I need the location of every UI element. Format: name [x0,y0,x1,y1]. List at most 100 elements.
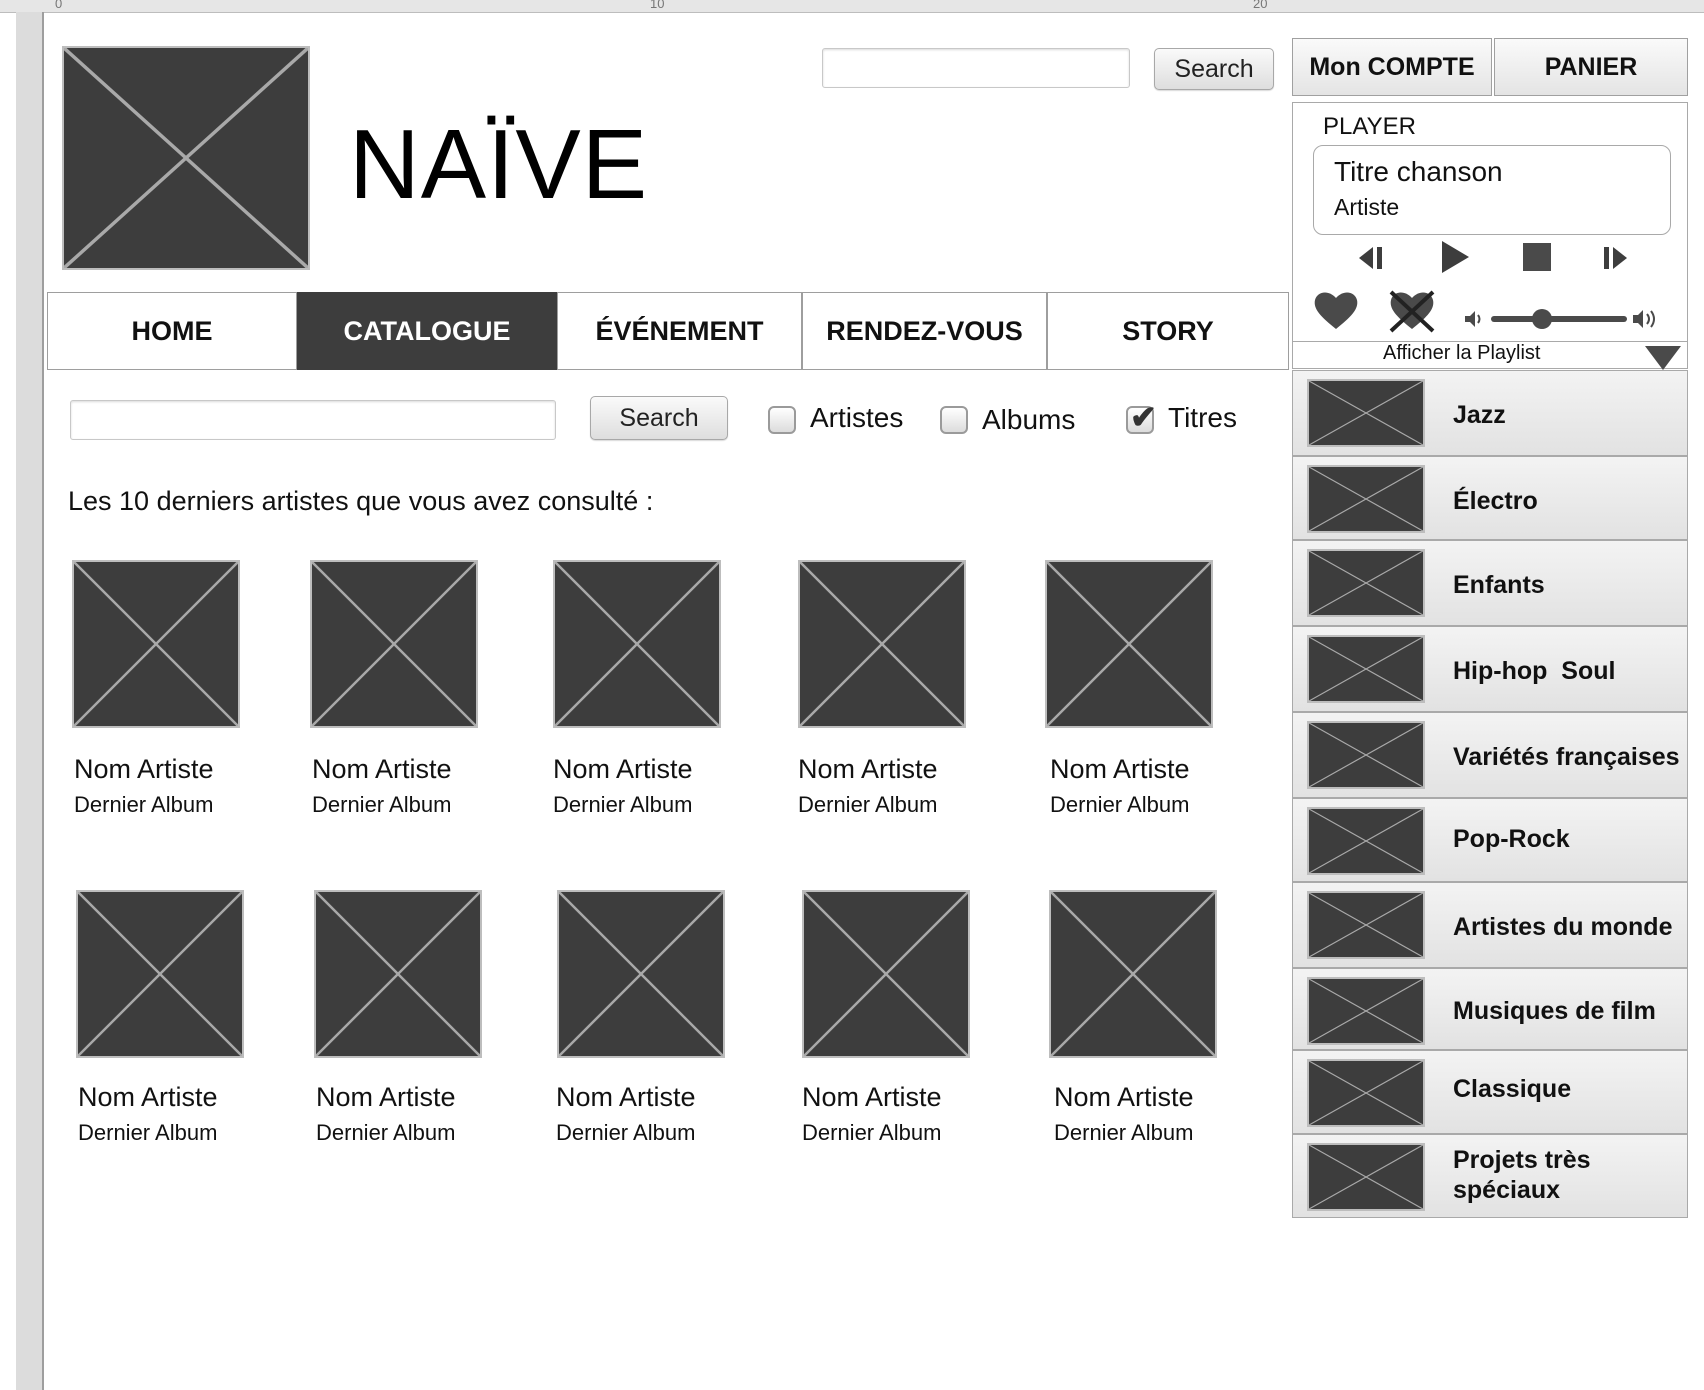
genre-label: Musiques de film [1453,997,1656,1025]
artist-name[interactable]: Nom Artiste [1050,754,1190,785]
show-playlist-label: Afficher la Playlist [1383,342,1541,364]
genre-item-electro[interactable]: Électro [1292,456,1688,540]
tab-story[interactable]: STORY [1047,292,1289,370]
titles-filter-checkbox[interactable]: ✔ [1126,399,1157,435]
genre-item-musiques-de-film[interactable]: Musiques de film [1292,968,1688,1050]
artist-image-placeholder[interactable] [1045,560,1213,728]
checkmark-icon: ✔ [1130,399,1157,435]
recent-artists-heading: Les 10 derniers artistes que vous avez c… [68,486,654,516]
show-playlist-toggle[interactable]: Afficher la Playlist [1292,341,1688,370]
header-search-button[interactable]: Search [1154,48,1274,90]
genre-image-placeholder [1307,891,1425,959]
main-nav: HOME CATALOGUE ÉVÉNEMENT RENDEZ-VOUS STO… [47,292,1289,370]
genre-image-placeholder [1307,465,1425,533]
artist-image-placeholder[interactable] [802,890,970,1058]
genre-label: Enfants [1453,571,1545,599]
artist-last-album[interactable]: Dernier Album [1050,792,1189,818]
left-ruler [16,12,44,1390]
header-search-input[interactable] [822,48,1130,88]
catalog-search-input[interactable] [70,400,556,440]
genre-label: Électro [1453,487,1538,515]
genre-image-placeholder [1307,721,1425,789]
player-panel: PLAYER Titre chanson Artiste [1292,102,1688,342]
volume-low-icon [1463,309,1487,329]
site-title: NAÏVE [349,109,649,219]
artist-image-placeholder[interactable] [798,560,966,728]
previous-icon[interactable] [1353,243,1387,273]
logo-image-placeholder [62,46,310,270]
stop-icon[interactable] [1521,241,1553,273]
artists-filter-checkbox[interactable] [768,406,796,434]
player-label: PLAYER [1323,113,1416,140]
artist-last-album[interactable]: Dernier Album [553,792,692,818]
volume-slider-knob[interactable] [1532,309,1552,329]
artist-image-placeholder[interactable] [314,890,482,1058]
cart-button[interactable]: PANIER [1494,38,1688,96]
genre-image-placeholder [1307,1143,1425,1211]
artists-filter-label: Artistes [810,402,904,433]
artist-last-album[interactable]: Dernier Album [316,1120,455,1146]
artist-name[interactable]: Nom Artiste [556,1082,696,1113]
tab-rendez-vous[interactable]: RENDEZ-VOUS [802,292,1047,370]
song-artist: Artiste [1334,194,1400,220]
genre-item-pop-rock[interactable]: Pop-Rock [1292,798,1688,882]
artist-image-placeholder[interactable] [553,560,721,728]
genre-item-projets-tres-speciaux[interactable]: Projets très spéciaux [1292,1134,1688,1218]
artist-image-placeholder[interactable] [310,560,478,728]
genre-item-jazz[interactable]: Jazz [1292,370,1688,456]
genre-item-hip-hop-soul[interactable]: Hip-hop Soul [1292,626,1688,712]
genre-item-classique[interactable]: Classique [1292,1050,1688,1134]
ruler-mark-10: 10 [650,0,665,11]
albums-filter-checkbox[interactable] [940,406,968,434]
genre-item-enfants[interactable]: Enfants [1292,540,1688,626]
artist-image-placeholder[interactable] [1049,890,1217,1058]
dislike-heart-icon[interactable] [1385,289,1439,333]
tab-home[interactable]: HOME [47,292,297,370]
artist-name[interactable]: Nom Artiste [798,754,938,785]
genre-label: Variétés françaises [1453,743,1680,771]
artist-last-album[interactable]: Dernier Album [556,1120,695,1146]
artist-image-placeholder[interactable] [72,560,240,728]
volume-high-icon [1631,307,1665,331]
artist-name[interactable]: Nom Artiste [553,754,693,785]
play-icon[interactable] [1439,239,1471,275]
artist-last-album[interactable]: Dernier Album [1054,1120,1193,1146]
artist-image-placeholder[interactable] [76,890,244,1058]
genre-image-placeholder [1307,807,1425,875]
artist-image-placeholder[interactable] [557,890,725,1058]
genre-image-placeholder [1307,549,1425,617]
ruler-mark-20: 20 [1253,0,1268,11]
artist-name[interactable]: Nom Artiste [78,1082,218,1113]
artist-last-album[interactable]: Dernier Album [312,792,451,818]
artist-name[interactable]: Nom Artiste [74,754,214,785]
dropdown-arrow-icon [1645,346,1681,370]
artist-name[interactable]: Nom Artiste [1054,1082,1194,1113]
song-title: Titre chanson [1334,156,1503,187]
genre-image-placeholder [1307,635,1425,703]
genre-label: Projets très spéciaux [1453,1146,1591,1204]
tab-catalogue[interactable]: CATALOGUE [297,292,557,370]
genre-label: Classique [1453,1075,1572,1103]
genre-label: Jazz [1453,401,1506,429]
genre-image-placeholder [1307,1059,1425,1127]
volume-slider[interactable] [1491,309,1627,329]
ruler-mark-0: 0 [55,0,63,11]
artist-last-album[interactable]: Dernier Album [74,792,213,818]
next-icon[interactable] [1599,243,1633,273]
artist-name[interactable]: Nom Artiste [316,1082,456,1113]
genre-label: Artistes du monde [1453,913,1673,941]
artist-name[interactable]: Nom Artiste [312,754,452,785]
tab-evenement[interactable]: ÉVÉNEMENT [557,292,802,370]
catalog-search-button[interactable]: Search [590,396,728,440]
artist-name[interactable]: Nom Artiste [802,1082,942,1113]
like-heart-icon[interactable] [1313,289,1359,331]
genre-item-varietes-francaises[interactable]: Variétés françaises [1292,712,1688,798]
genre-item-artistes-du-monde[interactable]: Artistes du monde [1292,882,1688,968]
titles-filter-label: Titres [1168,402,1237,433]
genre-label: Hip-hop Soul [1453,657,1616,685]
top-ruler: 0 10 20 [0,0,1704,13]
artist-last-album[interactable]: Dernier Album [78,1120,217,1146]
artist-last-album[interactable]: Dernier Album [802,1120,941,1146]
my-account-button[interactable]: Mon COMPTE [1292,38,1492,96]
artist-last-album[interactable]: Dernier Album [798,792,937,818]
